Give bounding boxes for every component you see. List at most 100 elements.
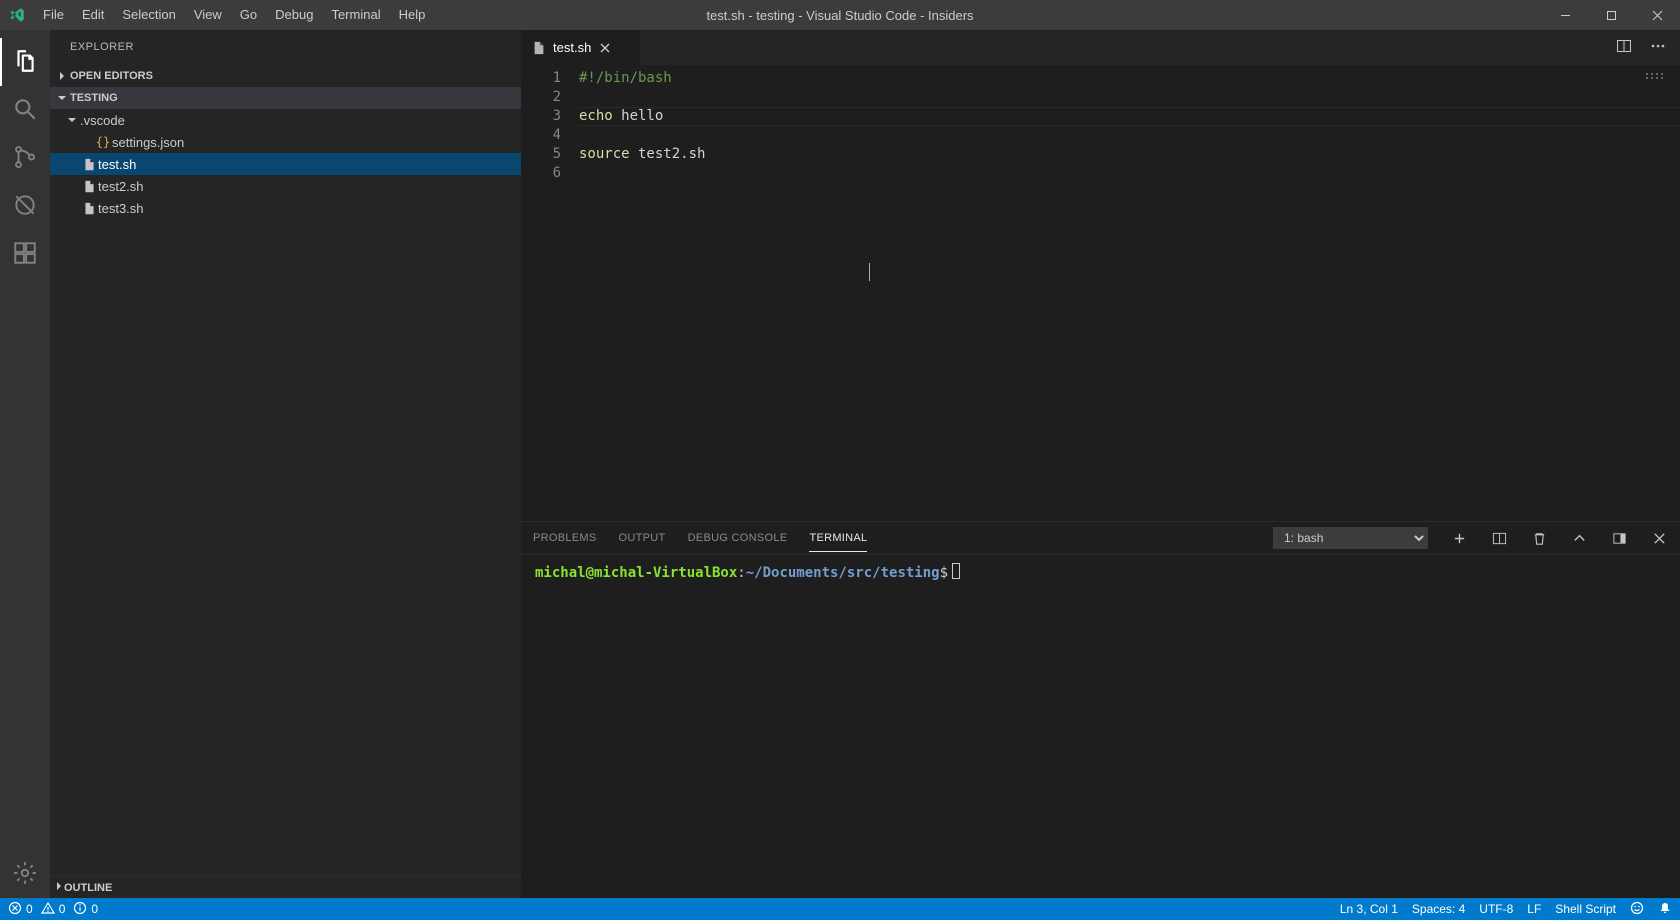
code-line[interactable]: source test2.sh [579, 145, 1680, 164]
file-icon [80, 158, 98, 171]
status-errors-count: 0 [26, 902, 33, 916]
menu-view[interactable]: View [185, 0, 231, 30]
line-number: 3 [521, 107, 579, 126]
menu-debug[interactable]: Debug [266, 0, 322, 30]
sidebar-title: EXPLORER [50, 30, 521, 65]
status-errors[interactable]: 0 [8, 901, 33, 918]
activity-debug[interactable] [0, 182, 50, 230]
terminal-path: ~/Documents/src/testing [746, 565, 940, 581]
window-close[interactable] [1634, 0, 1680, 30]
activity-search[interactable] [0, 86, 50, 134]
editor[interactable]: 123456 #!/bin/bash echo hello source test2… [521, 65, 1680, 521]
files-icon [12, 48, 38, 77]
gutter: 123456 [521, 65, 579, 521]
smiley-icon [1630, 901, 1644, 918]
git-icon [12, 144, 38, 173]
panel-maximize-icon[interactable] [1570, 531, 1588, 546]
close-icon[interactable] [597, 42, 613, 54]
title-bar: File Edit Selection View Go Debug Termin… [0, 0, 1680, 30]
gear-icon [12, 860, 38, 889]
warning-icon [41, 901, 55, 918]
section-open-editors[interactable]: OPEN EDITORS [50, 65, 521, 87]
status-language[interactable]: Shell Script [1555, 902, 1616, 916]
status-info-count: 0 [91, 902, 98, 916]
editor-tab-active[interactable]: test.sh [521, 30, 641, 65]
editor-tab-label: test.sh [553, 40, 591, 55]
menu-edit[interactable]: Edit [73, 0, 113, 30]
more-icon[interactable] [1650, 38, 1666, 57]
activity-explorer[interactable] [0, 38, 50, 86]
menu-go[interactable]: Go [231, 0, 266, 30]
status-info[interactable]: 0 [73, 901, 98, 918]
menu-terminal[interactable]: Terminal [322, 0, 389, 30]
code-line[interactable]: echo hello [579, 107, 1680, 126]
chevron-down-icon [64, 115, 80, 125]
info-icon [73, 901, 87, 918]
split-editor-icon[interactable] [1616, 38, 1632, 57]
window-maximize[interactable] [1588, 0, 1634, 30]
file-icon [80, 202, 98, 215]
code-area[interactable]: #!/bin/bash echo hello source test2.sh [579, 65, 1680, 521]
menu-file[interactable]: File [34, 0, 73, 30]
activity-settings[interactable] [0, 850, 50, 898]
panel-close-icon[interactable] [1650, 531, 1668, 546]
activity-bar [0, 30, 50, 898]
panel-tab-problems[interactable]: PROBLEMS [533, 532, 597, 544]
tree-file[interactable]: {}settings.json [50, 131, 521, 153]
line-number: 5 [521, 145, 579, 164]
editor-tab-bar: test.sh [521, 30, 1680, 65]
line-number: 4 [521, 126, 579, 145]
status-feedback[interactable] [1630, 901, 1644, 918]
error-icon [8, 901, 22, 918]
section-outline[interactable]: OUTLINE [50, 876, 521, 898]
section-open-editors-label: OPEN EDITORS [70, 70, 153, 82]
terminal-selector[interactable]: 1: bash [1273, 527, 1428, 549]
tree-file[interactable]: test.sh [50, 153, 521, 175]
sidebar-explorer: EXPLORER OPEN EDITORS TESTING .vscode{}s… [50, 30, 521, 898]
status-bar: 0 0 0 Ln 3, Col 1 Spaces: 4 UTF-8 LF She… [0, 898, 1680, 920]
terminal-user-host: michal@michal-VirtualBox [535, 565, 737, 581]
panel-tab-output[interactable]: OUTPUT [619, 532, 666, 544]
line-number: 6 [521, 164, 579, 183]
file-icon [531, 41, 547, 55]
extensions-icon [12, 240, 38, 269]
status-encoding[interactable]: UTF-8 [1479, 902, 1513, 916]
kill-terminal-icon[interactable] [1530, 531, 1548, 546]
chevron-right-icon [54, 881, 64, 894]
search-icon [12, 96, 38, 125]
status-cursor[interactable]: Ln 3, Col 1 [1340, 902, 1398, 916]
panel-move-icon[interactable] [1610, 531, 1628, 546]
status-warnings-count: 0 [59, 902, 66, 916]
panel-tab-debug-console[interactable]: DEBUG CONSOLE [688, 532, 788, 544]
split-terminal-icon[interactable] [1490, 531, 1508, 546]
editor-tab-actions [1602, 30, 1680, 65]
code-line[interactable] [579, 126, 1680, 145]
editor-group: test.sh 123456 #!/bin/ba [521, 30, 1680, 898]
activity-source-control[interactable] [0, 134, 50, 182]
tree-file[interactable]: test3.sh [50, 197, 521, 219]
activity-extensions[interactable] [0, 230, 50, 278]
text-cursor [869, 263, 870, 281]
line-number: 1 [521, 69, 579, 88]
app-icon [0, 6, 34, 24]
json-icon: {} [94, 135, 112, 149]
section-project[interactable]: TESTING [50, 87, 521, 109]
terminal-prompt-suffix: $ [940, 565, 948, 581]
panel-tab-terminal[interactable]: TERMINAL [809, 532, 867, 552]
panel-tab-bar: PROBLEMS OUTPUT DEBUG CONSOLE TERMINAL 1… [521, 522, 1680, 555]
status-eol[interactable]: LF [1527, 902, 1541, 916]
terminal[interactable]: michal@michal-VirtualBox:~/Documents/src… [521, 555, 1680, 898]
tree-folder[interactable]: .vscode [50, 109, 521, 131]
tree-file[interactable]: test2.sh [50, 175, 521, 197]
status-spaces[interactable]: Spaces: 4 [1412, 902, 1465, 916]
code-line[interactable] [579, 88, 1680, 107]
code-line[interactable]: #!/bin/bash [579, 69, 1680, 88]
window-minimize[interactable] [1542, 0, 1588, 30]
bell-icon [1658, 901, 1672, 918]
menu-selection[interactable]: Selection [113, 0, 184, 30]
menu-help[interactable]: Help [390, 0, 435, 30]
status-warnings[interactable]: 0 [41, 901, 66, 918]
status-notifications[interactable] [1658, 901, 1672, 918]
code-line[interactable] [579, 164, 1680, 183]
new-terminal-icon[interactable] [1450, 531, 1468, 546]
